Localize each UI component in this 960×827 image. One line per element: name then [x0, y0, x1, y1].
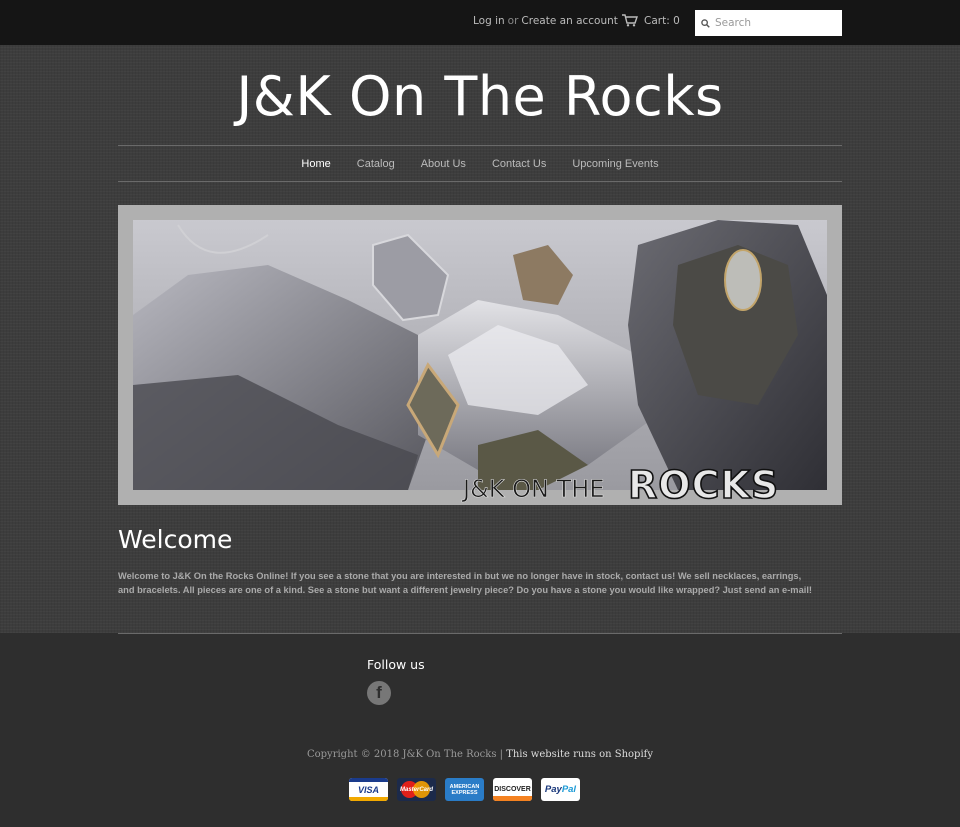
facebook-icon[interactable]: f [367, 681, 391, 705]
welcome-heading: Welcome [118, 525, 233, 554]
paypal-icon: Pay Pal [541, 778, 580, 801]
discover-label: DISCOVER [494, 786, 531, 793]
nav-item-home[interactable]: Home [288, 158, 343, 170]
create-account-link[interactable]: Create an account [521, 15, 617, 27]
cart-icon [622, 14, 638, 27]
mastercard-label: MasterCard [399, 786, 433, 793]
copyright-text: Copyright © 2018 J&K On The Rocks | [306, 749, 507, 760]
hero-logo-right: ROCKS [628, 463, 779, 505]
footer-divider [118, 633, 842, 634]
visa-icon: VISA [349, 778, 388, 801]
search-icon [701, 18, 710, 28]
facebook-glyph: f [376, 683, 382, 702]
nav-item-about-us[interactable]: About Us [408, 158, 479, 170]
hero-logo-left: J&K ON THE [461, 475, 605, 503]
copyright-line: Copyright © 2018 J&K On The Rocks | This… [0, 749, 960, 760]
follow-us-heading: Follow us [367, 657, 425, 672]
login-link[interactable]: Log in [473, 15, 505, 27]
cart-label: Cart: 0 [644, 14, 680, 27]
discover-icon: DISCOVER [493, 778, 532, 801]
nav-item-contact-us[interactable]: Contact Us [479, 158, 559, 170]
payment-icons: VISA MasterCard AMERICAN EXPRESS DISCOVER… [349, 778, 580, 801]
footer: Follow us f Copyright © 2018 J&K On The … [0, 633, 960, 827]
or-text: or [507, 15, 519, 27]
amex-label-2: EXPRESS [451, 789, 478, 796]
paypal-label-pay: Pay [544, 784, 562, 795]
hero-banner-image: J&K ON THE ROCKS [118, 205, 842, 505]
nav-item-upcoming-events[interactable]: Upcoming Events [559, 158, 671, 170]
mastercard-icon: MasterCard [397, 778, 436, 801]
search-input[interactable] [715, 17, 835, 29]
american-express-icon: AMERICAN EXPRESS [445, 778, 484, 801]
shopify-link[interactable]: This website runs on Shopify [506, 749, 653, 760]
site-title[interactable]: J&K On The Rocks [0, 65, 960, 128]
search-box [695, 10, 842, 36]
main-content: J&K On The Rocks Home Catalog About Us C… [0, 45, 960, 633]
cart-link[interactable]: Cart: 0 [622, 14, 680, 27]
main-nav: Home Catalog About Us Contact Us Upcomin… [118, 145, 842, 182]
welcome-text: Welcome to J&K On the Rocks Online! If y… [118, 571, 813, 595]
top-bar: Log in or Create an account Cart: 0 [0, 0, 960, 45]
visa-label: VISA [357, 784, 379, 795]
paypal-label-pal: Pal [561, 784, 577, 795]
account-links: Log in or Create an account [473, 15, 618, 27]
nav-item-catalog[interactable]: Catalog [344, 158, 408, 170]
